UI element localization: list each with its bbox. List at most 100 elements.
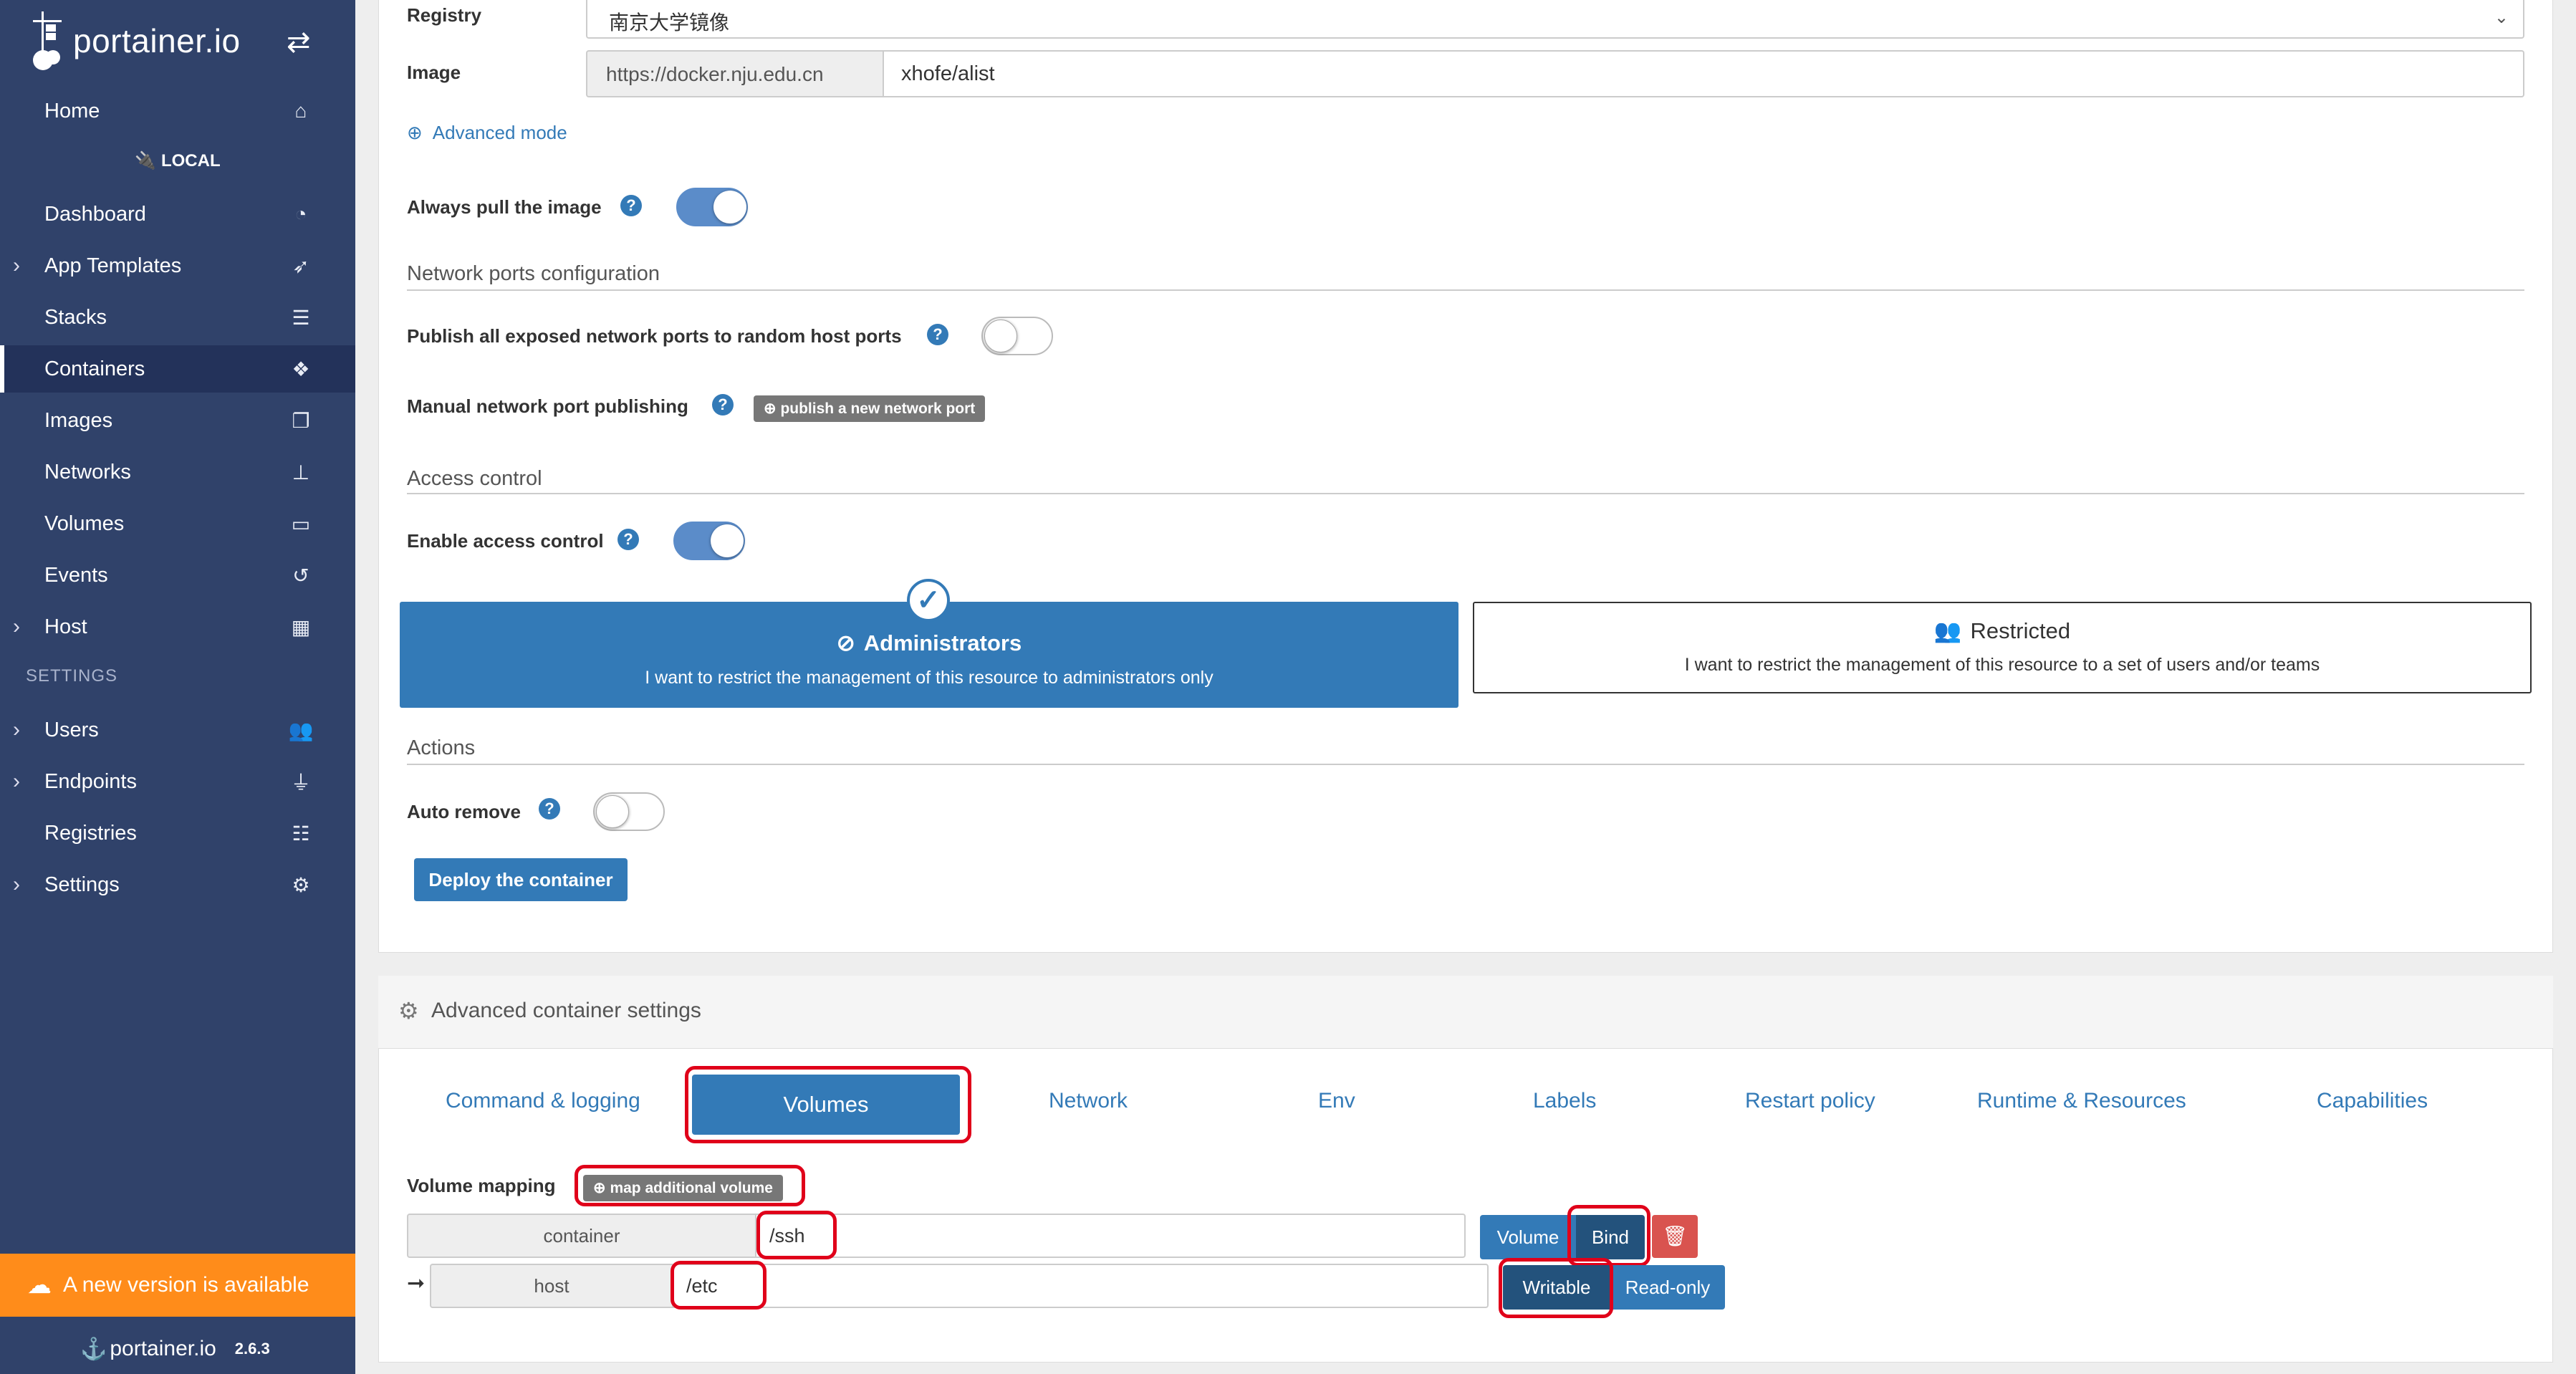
help-icon[interactable]: ? bbox=[539, 798, 560, 820]
tab-command-logging[interactable]: Command & logging bbox=[446, 1089, 640, 1113]
manual-publish-label: Manual network port publishing bbox=[407, 395, 688, 417]
sidebar-item-events[interactable]: Events ↺ bbox=[0, 552, 355, 599]
always-pull-toggle[interactable] bbox=[676, 188, 748, 226]
sidebar-item-label: Users bbox=[44, 718, 99, 741]
logo-text: portainer.io bbox=[73, 22, 241, 59]
sidebar-item-settings[interactable]: › Settings ⚙ bbox=[0, 861, 355, 908]
sidebar-item-registries[interactable]: Registries ☷ bbox=[0, 809, 355, 857]
tachometer-icon: ◔ bbox=[294, 203, 307, 225]
highlight-annotation bbox=[1499, 1258, 1613, 1318]
tab-env[interactable]: Env bbox=[1318, 1089, 1355, 1113]
sidebar-item-endpoints[interactable]: › Endpoints ⏚ bbox=[0, 758, 355, 805]
administrators-title-text: Administrators bbox=[863, 630, 1022, 655]
endpoint-label: 🔌 LOCAL bbox=[135, 151, 221, 170]
tab-network[interactable]: Network bbox=[1049, 1089, 1128, 1113]
toggle-knob bbox=[596, 795, 629, 828]
sidebar-item-dashboard[interactable]: Dashboard ◔ bbox=[0, 191, 355, 238]
globe-icon: ⊕ bbox=[407, 122, 423, 143]
advanced-settings-title: Advanced container settings bbox=[431, 999, 701, 1022]
switch-endpoint-icon[interactable]: ⇄ bbox=[287, 26, 311, 59]
sidebar-item-host[interactable]: › Host ▦ bbox=[0, 603, 355, 650]
sidebar-item-containers[interactable]: Containers ❖ bbox=[0, 345, 355, 393]
plug-icon: ⏚ bbox=[290, 772, 311, 794]
new-version-banner[interactable]: ☁ A new version is available bbox=[0, 1254, 355, 1317]
database-icon: ☷ bbox=[292, 822, 310, 845]
users-icon: 👥 bbox=[288, 719, 314, 741]
restricted-title-text: Restricted bbox=[1970, 618, 2071, 643]
sidebar-item-label: Host bbox=[44, 615, 87, 638]
tab-restart-policy[interactable]: Restart policy bbox=[1745, 1089, 1875, 1113]
selected-check-icon: ✓ bbox=[907, 579, 950, 622]
publish-all-toggle[interactable] bbox=[981, 317, 1053, 355]
access-control-section-title: Access control bbox=[407, 467, 542, 490]
advanced-mode-text: Advanced mode bbox=[432, 122, 567, 143]
administrators-title: ⊘ Administrators bbox=[400, 630, 1458, 656]
sidebar-item-home[interactable]: Home ⌂ bbox=[0, 87, 355, 135]
container-path-input[interactable]: /ssh bbox=[755, 1214, 1466, 1258]
sidebar-item-volumes[interactable]: Volumes ▭ bbox=[0, 500, 355, 547]
access-control-toggle[interactable] bbox=[673, 522, 745, 560]
rocket-icon: ➶ bbox=[292, 254, 309, 277]
sidebar-item-images[interactable]: Images ❐ bbox=[0, 397, 355, 444]
tab-labels[interactable]: Labels bbox=[1533, 1089, 1596, 1113]
tab-runtime-resources[interactable]: Runtime & Resources bbox=[1977, 1089, 2186, 1113]
sidebar-item-networks[interactable]: Networks ⊥ bbox=[0, 448, 355, 496]
chevron-right-icon: › bbox=[13, 615, 20, 638]
readonly-button[interactable]: Read-only bbox=[1610, 1265, 1725, 1310]
deploy-container-button[interactable]: Deploy the container bbox=[414, 858, 628, 901]
sidebar: portainer.io ⇄ 🔌 LOCAL SETTINGS Home ⌂ D… bbox=[0, 0, 355, 1374]
trash-icon: 🗑 bbox=[1662, 1225, 1688, 1247]
sidebar-item-stacks[interactable]: Stacks ☰ bbox=[0, 294, 355, 341]
sidebar-item-app-templates[interactable]: › App Templates ➶ bbox=[0, 242, 355, 289]
gear-icon: ⚙ bbox=[398, 998, 419, 1024]
sidebar-item-label: Home bbox=[44, 99, 100, 122]
history-icon: ↺ bbox=[292, 564, 309, 587]
sidebar-item-label: Endpoints bbox=[44, 769, 137, 793]
sidebar-item-label: Events bbox=[44, 563, 108, 587]
toggle-knob bbox=[711, 524, 744, 557]
restricted-option[interactable]: 👥 Restricted I want to restrict the manag… bbox=[1473, 602, 2532, 693]
registry-select[interactable]: 南京大学镜像 ⌄ bbox=[586, 0, 2524, 39]
endpoint-label-text: LOCAL bbox=[160, 151, 221, 170]
image-input-group: https://docker.nju.edu.cn xhofe/alist bbox=[586, 50, 2524, 97]
advanced-settings-header: ⚙ Advanced container settings bbox=[378, 976, 2553, 1049]
tab-capabilities[interactable]: Capabilities bbox=[2317, 1089, 2428, 1113]
chevron-right-icon: › bbox=[13, 873, 20, 896]
sidebar-item-label: Settings bbox=[44, 873, 120, 896]
th-list-icon: ☰ bbox=[292, 306, 310, 329]
registry-selected-value: 南京大学镜像 bbox=[609, 11, 730, 34]
administrators-description: I want to restrict the management of thi… bbox=[645, 668, 1213, 688]
help-icon[interactable]: ? bbox=[927, 324, 948, 345]
always-pull-label: Always pull the image bbox=[407, 196, 602, 218]
volume-type-button[interactable]: Volume bbox=[1480, 1215, 1576, 1259]
chevron-right-icon: › bbox=[13, 254, 20, 277]
toggle-knob bbox=[713, 191, 746, 224]
footer-logo-text: portainer.io bbox=[110, 1337, 216, 1360]
new-version-text: A new version is available bbox=[63, 1273, 309, 1297]
help-icon[interactable]: ? bbox=[712, 394, 734, 415]
sidebar-item-label: App Templates bbox=[44, 254, 182, 277]
sidebar-item-users[interactable]: › Users 👥 bbox=[0, 706, 355, 754]
publish-port-button[interactable]: ⊕ publish a new network port bbox=[754, 395, 986, 422]
network-ports-section-title: Network ports configuration bbox=[407, 262, 660, 285]
plus-circle-icon: ⊕ bbox=[764, 400, 777, 417]
arrow-right-icon: ➞ bbox=[407, 1272, 426, 1295]
image-input[interactable]: xhofe/alist bbox=[883, 50, 2524, 97]
sidebar-item-label: Dashboard bbox=[44, 202, 146, 226]
restricted-title: 👥 Restricted bbox=[1474, 618, 2530, 644]
publish-port-button-label: publish a new network port bbox=[780, 400, 976, 417]
highlight-annotation bbox=[671, 1261, 766, 1310]
registry-url-addon: https://docker.nju.edu.cn bbox=[586, 50, 884, 97]
help-icon[interactable]: ? bbox=[620, 195, 642, 216]
portainer-logo[interactable]: portainer.io bbox=[29, 9, 241, 73]
advanced-mode-link[interactable]: ⊕ Advanced mode bbox=[407, 122, 567, 144]
help-icon[interactable]: ? bbox=[617, 529, 639, 550]
sidebar-item-label: Volumes bbox=[44, 511, 125, 535]
highlight-annotation bbox=[685, 1066, 971, 1143]
cogs-icon: ⚙ bbox=[292, 873, 310, 896]
auto-remove-toggle[interactable] bbox=[593, 792, 665, 831]
image-label: Image bbox=[407, 62, 461, 83]
host-path-input[interactable]: /etc bbox=[672, 1264, 1489, 1308]
host-path-label: host bbox=[430, 1264, 673, 1308]
remove-volume-button[interactable]: 🗑 bbox=[1652, 1215, 1698, 1258]
